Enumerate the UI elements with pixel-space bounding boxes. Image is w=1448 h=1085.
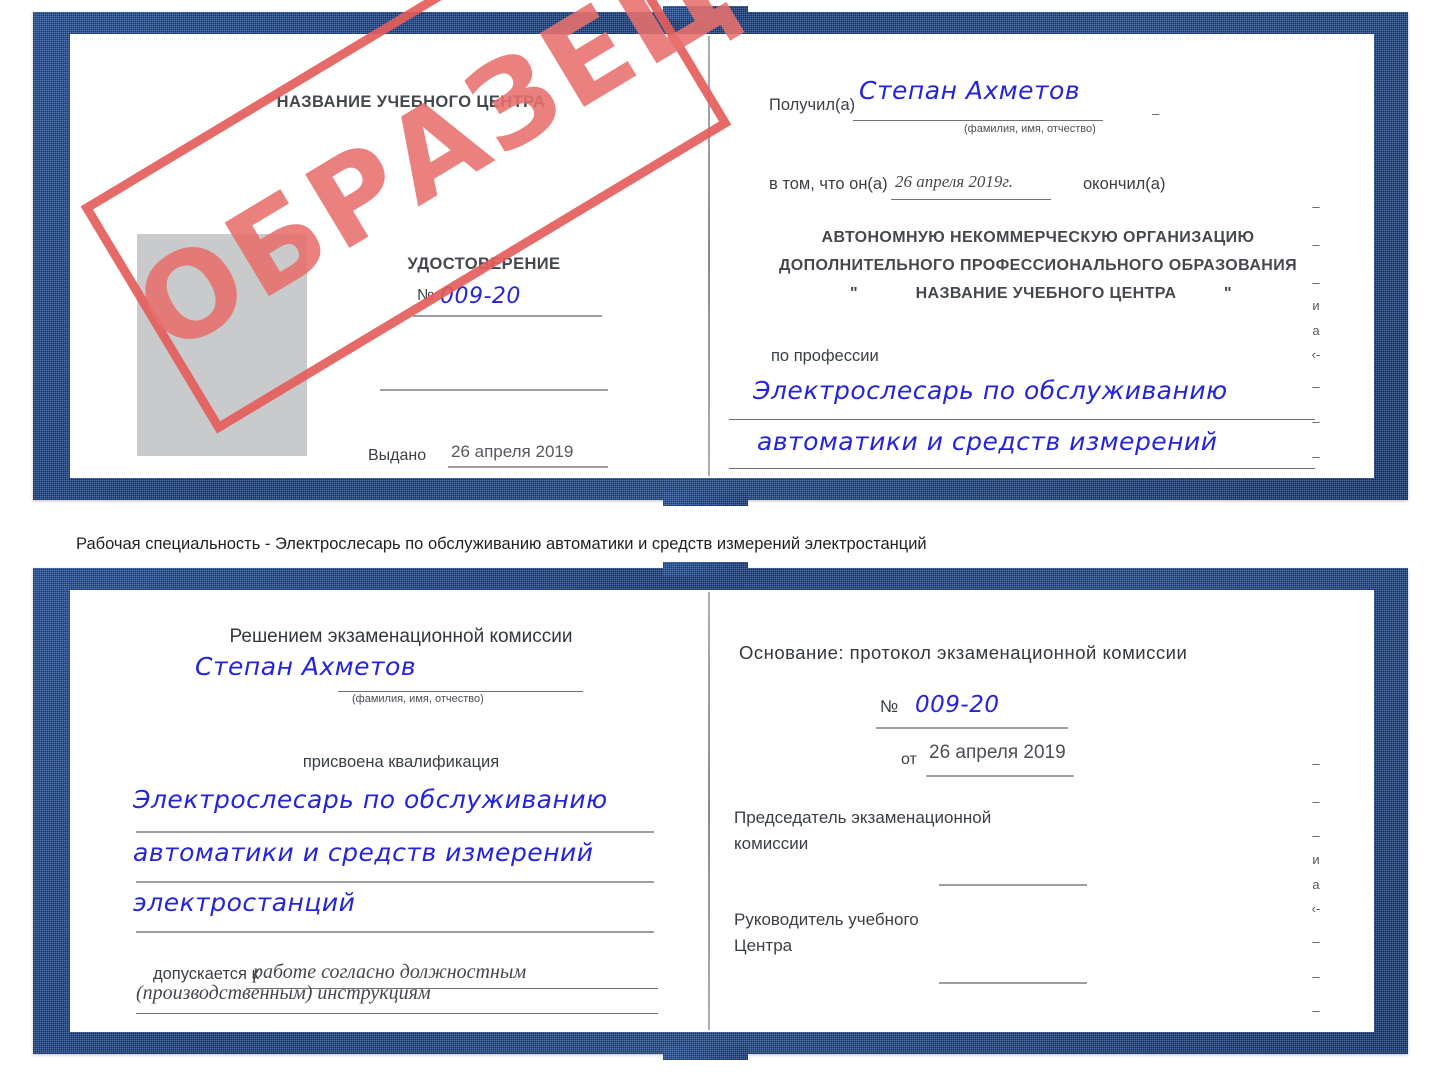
back-left-page: Решением экзаменационной комиссии Степан… bbox=[70, 590, 706, 1032]
edge-mark-5: а bbox=[1312, 323, 1320, 338]
back-name-rule bbox=[338, 691, 583, 692]
chairman-signature-rule bbox=[939, 884, 1087, 886]
in-that-value: 26 апреля 2019г. bbox=[895, 172, 1014, 191]
profession-rule-1 bbox=[729, 419, 1315, 420]
in-that-rule bbox=[891, 199, 1051, 200]
org-line-3: НАЗВАНИЕ УЧЕБНОГО ЦЕНТРА bbox=[915, 285, 1177, 302]
qualification-line-2: автоматики и средств измерений bbox=[133, 838, 594, 867]
front-right-page: Получил(а) Степан Ахметов (фамилия, имя,… bbox=[711, 34, 1374, 478]
protocol-number-value: 009-20 bbox=[915, 692, 1000, 718]
back-edge-mark-5: а bbox=[1312, 877, 1320, 892]
certificate-front: НАЗВАНИЕ УЧЕБНОГО ЦЕНТРА УДОСТОВЕРЕНИЕ №… bbox=[33, 6, 1408, 506]
back-edge-mark-3: – bbox=[1312, 828, 1320, 843]
commission-heading: Решением экзаменационной комиссии bbox=[229, 626, 573, 647]
received-value: Степан Ахметов bbox=[859, 76, 1081, 105]
org-line-2: ДОПОЛНИТЕЛЬНОГО ПРОФЕССИОНАЛЬНОГО ОБРАЗО… bbox=[778, 257, 1298, 274]
edge-mark-9: – bbox=[1312, 449, 1320, 464]
number-rule bbox=[413, 315, 602, 317]
chairman-line-2: комиссии bbox=[734, 834, 809, 853]
back-edge-mark-8: – bbox=[1312, 969, 1320, 984]
cover-tab-top bbox=[663, 6, 748, 20]
issued-rule bbox=[448, 466, 608, 468]
edge-mark-8: – bbox=[1312, 414, 1320, 429]
edge-mark-3: – bbox=[1312, 275, 1320, 290]
protocol-date-label: от bbox=[901, 751, 917, 768]
edge-mark-7: – bbox=[1312, 379, 1320, 394]
number-label: № bbox=[417, 287, 435, 304]
page-caption: Рабочая специальность - Электрослесарь п… bbox=[76, 535, 927, 553]
front-spine bbox=[708, 36, 710, 476]
certificate-back-pages: Решением экзаменационной комиссии Степан… bbox=[70, 590, 1374, 1032]
admitted-value-line-1: работе согласно должностным bbox=[253, 961, 527, 983]
back-name-value: Степан Ахметов bbox=[195, 652, 417, 681]
profession-line-1: Электрослесарь по обслуживанию bbox=[753, 376, 1228, 405]
qualification-label: присвоена квалификация bbox=[302, 753, 500, 771]
received-dash: – bbox=[1152, 106, 1160, 121]
cover-tab-top-back bbox=[663, 562, 748, 576]
back-name-hint: (фамилия, имя, отчество) bbox=[352, 693, 484, 705]
back-right-page: Основание: протокол экзаменационной коми… bbox=[711, 590, 1374, 1032]
issued-value: 26 апреля 2019 bbox=[451, 442, 574, 461]
admitted-value-line-2: (производственным) инструкциям bbox=[136, 982, 431, 1004]
name-hint: (фамилия, имя, отчество) bbox=[964, 123, 1096, 135]
received-rule bbox=[853, 120, 1103, 121]
back-spine bbox=[708, 592, 710, 1030]
head-signature-rule bbox=[939, 982, 1087, 984]
cover-tab-bottom bbox=[663, 492, 748, 506]
head-line-2: Центра bbox=[734, 936, 793, 955]
protocol-number-label: № bbox=[880, 697, 899, 716]
received-label: Получил(а) bbox=[769, 96, 856, 114]
protocol-date-rule bbox=[926, 775, 1074, 777]
photo-placeholder bbox=[137, 234, 307, 456]
back-edge-mark-7: – bbox=[1312, 934, 1320, 949]
back-edge-mark-9: – bbox=[1312, 1003, 1320, 1018]
qualification-rule-1 bbox=[136, 831, 654, 833]
basis-label: Основание: протокол экзаменационной коми… bbox=[739, 642, 1188, 663]
org-quote-close: " bbox=[1224, 285, 1232, 302]
edge-mark-4: и bbox=[1312, 298, 1320, 313]
edge-mark-6: ‹- bbox=[1311, 347, 1321, 362]
profession-label: по профессии bbox=[771, 347, 879, 365]
back-edge-mark-2: – bbox=[1312, 794, 1320, 809]
back-edge-mark-4: и bbox=[1312, 852, 1320, 867]
protocol-number-rule bbox=[876, 727, 1068, 729]
org-line-1: АВТОНОМНУЮ НЕКОММЕРЧЕСКУЮ ОРГАНИЗАЦИЮ bbox=[821, 229, 1255, 246]
training-center-name: НАЗВАНИЕ УЧЕБНОГО ЦЕНТРА bbox=[276, 93, 546, 111]
issued-label: Выдано bbox=[368, 447, 427, 464]
certificate-back: Решением экзаменационной комиссии Степан… bbox=[33, 562, 1408, 1060]
admitted-rule-2 bbox=[136, 1013, 658, 1014]
head-line-1: Руководитель учебного bbox=[734, 910, 919, 929]
qualification-line-1: Электрослесарь по обслуживанию bbox=[133, 785, 608, 814]
protocol-date-value: 26 апреля 2019 bbox=[929, 742, 1066, 763]
qualification-rule-2 bbox=[136, 881, 654, 883]
edge-mark-2: – bbox=[1312, 237, 1320, 252]
blank-rule-1 bbox=[380, 389, 608, 391]
cover-tab-bottom-back bbox=[663, 1046, 748, 1060]
back-edge-mark-6: ‹- bbox=[1311, 901, 1321, 916]
profession-rule-2 bbox=[729, 468, 1315, 469]
certificate-front-pages: НАЗВАНИЕ УЧЕБНОГО ЦЕНТРА УДОСТОВЕРЕНИЕ №… bbox=[70, 34, 1374, 478]
qualification-rule-3 bbox=[136, 931, 654, 933]
finished-label: окончил(а) bbox=[1083, 175, 1166, 193]
org-quote-open: " bbox=[850, 285, 858, 302]
back-edge-mark-1: – bbox=[1312, 756, 1320, 771]
front-left-page: НАЗВАНИЕ УЧЕБНОГО ЦЕНТРА УДОСТОВЕРЕНИЕ №… bbox=[70, 34, 706, 478]
edge-mark-1: – bbox=[1312, 199, 1320, 214]
document-title: УДОСТОВЕРЕНИЕ bbox=[407, 255, 561, 273]
profession-line-3: электростанций bbox=[753, 477, 975, 478]
chairman-line-1: Председатель экзаменационной bbox=[734, 808, 992, 827]
number-value: 009-20 bbox=[440, 284, 521, 309]
qualification-line-3: электростанций bbox=[133, 888, 356, 917]
in-that-label: в том, что он(а) bbox=[769, 175, 888, 193]
profession-line-2: автоматики и средств измерений bbox=[757, 427, 1218, 456]
